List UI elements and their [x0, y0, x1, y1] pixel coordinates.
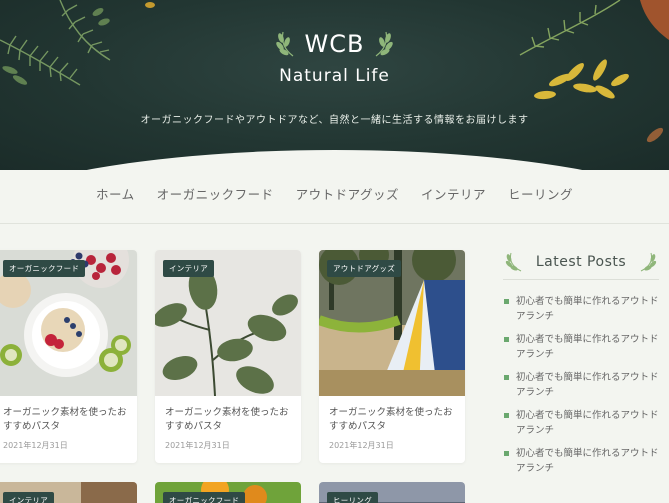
post-thumbnail-plant: インテリア	[155, 250, 301, 396]
site-logo[interactable]: WCB Natural Life	[0, 30, 669, 86]
latest-post-title[interactable]: 初心者でも簡単に作れるアウトドアランチ	[516, 448, 659, 474]
category-badge[interactable]: オーガニックフード	[3, 260, 86, 277]
sidebar-heading: Latest Posts	[503, 248, 659, 276]
nav-item-home[interactable]: ホーム	[85, 184, 146, 203]
hero-header: WCB Natural Life オーガニックフードやアウトドアなど、自然と一緒…	[0, 0, 669, 170]
post-title[interactable]: オーガニック素材を使ったおすすめパスタ	[3, 406, 133, 434]
category-badge[interactable]: インテリア	[3, 492, 54, 503]
post-card[interactable]: ヒーリング	[319, 482, 465, 503]
post-date: 2021年12月31日	[3, 441, 68, 450]
post-date: 2021年12月31日	[165, 441, 230, 450]
sidebar-divider	[503, 279, 659, 280]
bullet-icon	[504, 413, 509, 418]
bullet-icon	[504, 299, 509, 304]
post-card[interactable]: オーガニックフード	[155, 482, 301, 503]
laurel-left-icon	[275, 31, 293, 57]
category-badge[interactable]: ヒーリング	[327, 492, 378, 503]
post-card[interactable]: インテリア	[0, 482, 137, 503]
latest-post-link[interactable]: 初心者でも簡単に作れるアウトドアランチ	[503, 370, 663, 400]
nav-divider	[0, 223, 669, 224]
latest-post-title[interactable]: 初心者でも簡単に作れるアウトドアランチ	[516, 410, 659, 436]
latest-post-title[interactable]: 初心者でも簡単に作れるアウトドアランチ	[516, 334, 659, 360]
laurel-left-icon	[505, 252, 522, 272]
laurel-right-icon	[376, 31, 394, 57]
logo-title: WCB	[304, 30, 365, 58]
post-title[interactable]: オーガニック素材を使ったおすすめパスタ	[165, 406, 295, 434]
latest-post-title[interactable]: 初心者でも簡単に作れるアウトドアランチ	[516, 296, 659, 322]
category-badge[interactable]: オーガニックフード	[163, 492, 246, 503]
nav-item-interior[interactable]: インテリア	[410, 184, 497, 203]
latest-post-title[interactable]: 初心者でも簡単に作れるアウトドアランチ	[516, 372, 659, 398]
logo-subtitle: Natural Life	[279, 66, 390, 86]
post-card[interactable]: アウトドアグッズ オーガニック素材を使ったおすすめパスタ 2021年12月31日	[319, 250, 465, 463]
latest-post-link[interactable]: 初心者でも簡単に作れるアウトドアランチ	[503, 446, 663, 476]
laurel-right-icon	[640, 252, 657, 272]
category-badge[interactable]: インテリア	[163, 260, 214, 277]
bullet-icon	[504, 375, 509, 380]
post-card[interactable]: インテリア オーガニック素材を使ったおすすめパスタ 2021年12月31日	[155, 250, 301, 463]
post-thumbnail-tent: アウトドアグッズ	[319, 250, 465, 396]
category-badge[interactable]: アウトドアグッズ	[327, 260, 402, 277]
bullet-icon	[504, 337, 509, 342]
post-date: 2021年12月31日	[329, 441, 394, 450]
bullet-icon	[504, 451, 509, 456]
main-nav: ホーム オーガニックフード アウトドアグッズ インテリア ヒーリング	[0, 184, 669, 203]
latest-post-link[interactable]: 初心者でも簡単に作れるアウトドアランチ	[503, 294, 663, 324]
nav-item-outdoor-goods[interactable]: アウトドアグッズ	[285, 184, 410, 203]
post-thumbnail-pasta-bowl: オーガニックフード	[0, 250, 137, 396]
nav-item-healing[interactable]: ヒーリング	[497, 184, 584, 203]
post-card[interactable]: オーガニックフード オーガニック素材を使ったおすすめパスタ 2021年12月31…	[0, 250, 137, 463]
latest-post-link[interactable]: 初心者でも簡単に作れるアウトドアランチ	[503, 332, 663, 362]
nav-item-organic-food[interactable]: オーガニックフード	[146, 184, 285, 203]
latest-post-link[interactable]: 初心者でも簡単に作れるアウトドアランチ	[503, 408, 663, 438]
latest-posts-list: 初心者でも簡単に作れるアウトドアランチ 初心者でも簡単に作れるアウトドアランチ …	[503, 294, 663, 484]
site-tagline: オーガニックフードやアウトドアなど、自然と一緒に生活する情報をお届けします	[140, 115, 529, 126]
post-title[interactable]: オーガニック素材を使ったおすすめパスタ	[329, 406, 459, 434]
sidebar-title: Latest Posts	[535, 254, 627, 270]
